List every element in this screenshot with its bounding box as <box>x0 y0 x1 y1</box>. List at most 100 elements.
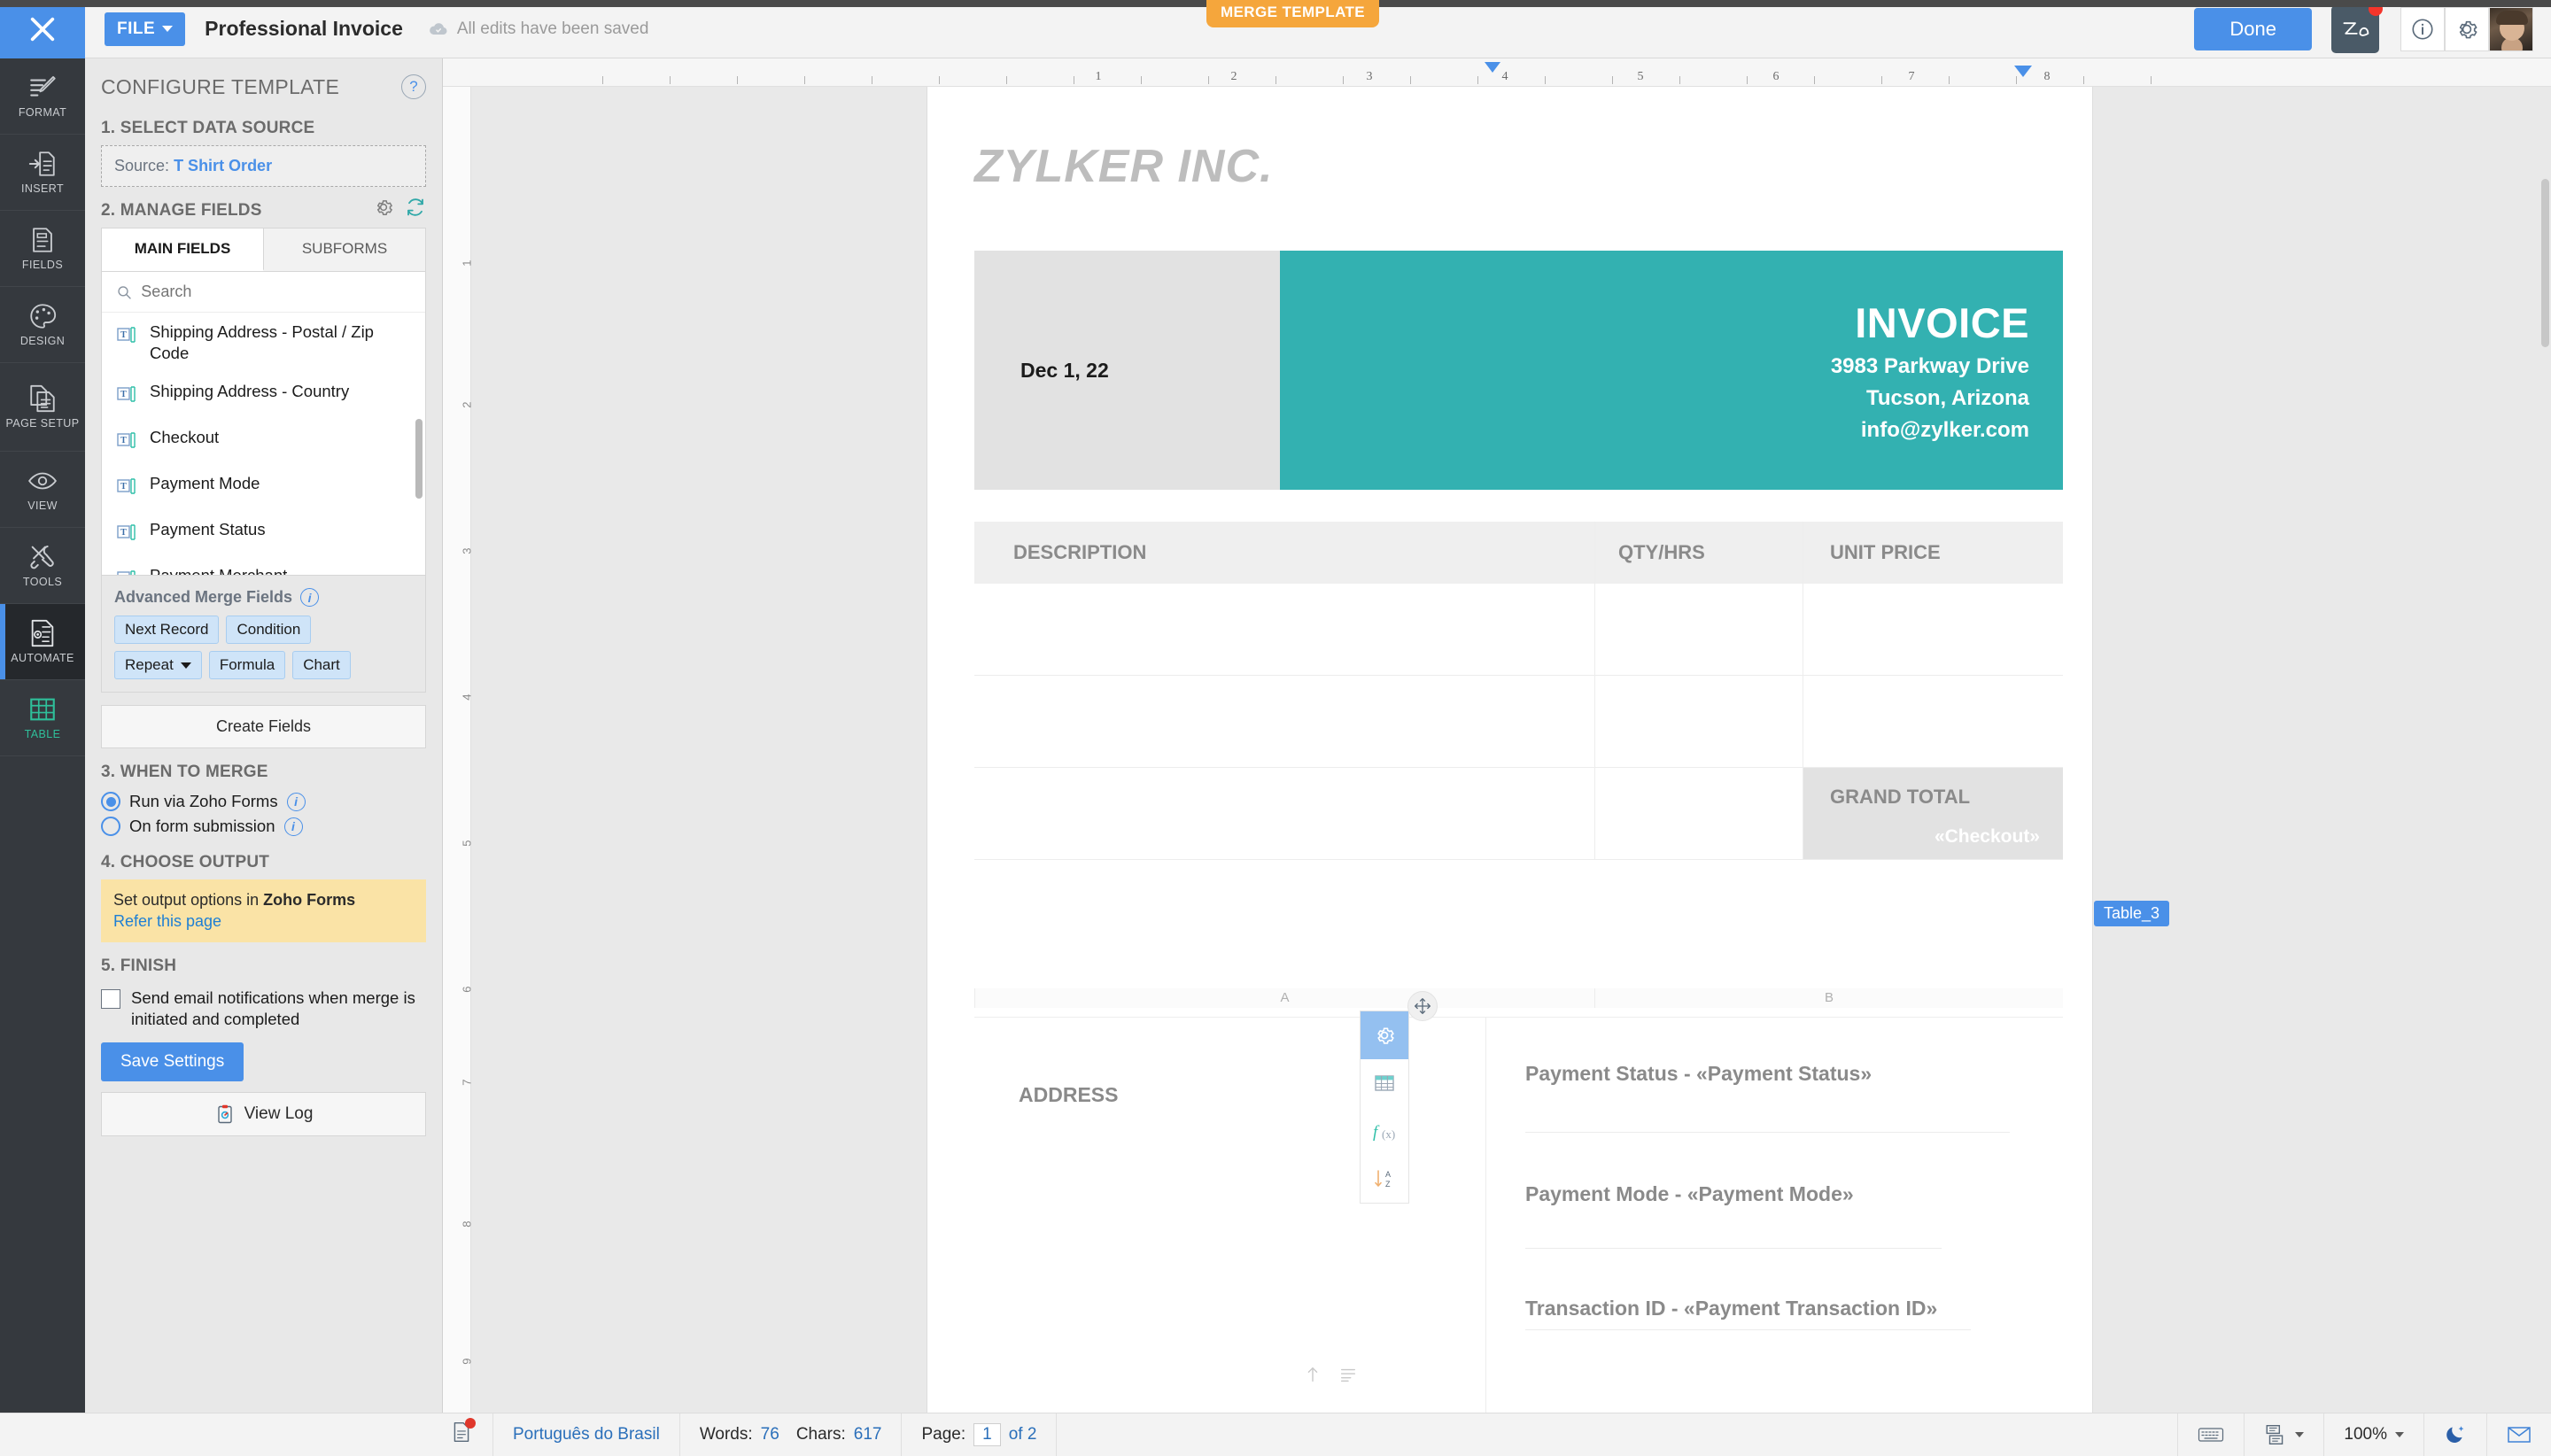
tab-main-fields[interactable]: MAIN FIELDS <box>102 228 264 271</box>
table-row[interactable]: GRAND TOTAL «Checkout» <box>974 768 2063 860</box>
radio-button[interactable] <box>101 792 120 811</box>
table-column-markers[interactable]: A B <box>974 988 2063 1008</box>
column-marker-b[interactable]: B <box>1594 988 2063 1008</box>
email-notification-row[interactable]: Send email notifications when merge is i… <box>85 983 442 1030</box>
list-item[interactable]: T Payment Status <box>102 510 425 556</box>
cell-description[interactable] <box>974 584 1594 676</box>
view-log-button[interactable]: View Log <box>101 1092 426 1137</box>
chip-formula[interactable]: Formula <box>208 651 286 679</box>
gear-icon[interactable] <box>373 197 394 218</box>
info-icon[interactable]: i <box>300 588 320 607</box>
table-move-handle[interactable] <box>1407 991 1438 1021</box>
table-formula-button[interactable]: f (x) <box>1361 1107 1408 1155</box>
language-label[interactable]: Português do Brasil <box>513 1425 660 1444</box>
cell-description[interactable] <box>974 676 1594 768</box>
table-settings-button[interactable] <box>1361 1011 1408 1059</box>
file-menu-button[interactable]: FILE <box>105 12 186 46</box>
chevron-down-icon <box>162 26 174 32</box>
search-input[interactable] <box>141 283 411 301</box>
field-search-row <box>102 272 425 313</box>
list-item[interactable]: T Checkout <box>102 418 425 464</box>
word-count-cell[interactable]: Words: 76 Chars: 617 <box>680 1413 903 1456</box>
list-item[interactable]: T Payment Merchant <box>102 556 425 575</box>
radio-on-form-submission[interactable]: On form submission i <box>85 814 442 839</box>
tab-subforms[interactable]: SUBFORMS <box>264 228 425 271</box>
page-layout-selector[interactable] <box>2244 1413 2323 1456</box>
refer-this-page-link[interactable]: Refer this page <box>113 912 221 931</box>
column-marker-a[interactable]: A <box>974 988 1594 1008</box>
table-row[interactable] <box>974 584 2063 676</box>
sidebar-item-automate[interactable]: AUTOMATE <box>0 604 85 680</box>
chip-chart[interactable]: Chart <box>292 651 351 679</box>
done-button[interactable]: Done <box>2194 7 2312 50</box>
chip-label: Formula <box>219 656 275 673</box>
sidebar-item-view[interactable]: VIEW <box>0 452 85 528</box>
document-vertical-scrollbar[interactable] <box>2541 179 2549 347</box>
field-list-scrollbar[interactable] <box>415 419 423 499</box>
list-item[interactable]: T Payment Mode <box>102 464 425 510</box>
merge-field-list[interactable]: T Shipping Address - Postal / Zip Code T <box>102 313 425 575</box>
document-canvas[interactable]: ZYLKER INC. Dec 1, 22 INVOICE 3983 Parkw… <box>471 87 2551 1413</box>
paragraph-mark-icon[interactable] <box>1336 1362 1361 1387</box>
grand-total-cell[interactable]: GRAND TOTAL «Checkout» <box>1803 768 2063 860</box>
sidebar-item-tools[interactable]: TOOLS <box>0 528 85 604</box>
sidebar-item-format[interactable]: FORMAT <box>0 58 85 135</box>
zoom-selector[interactable]: 100% <box>2323 1413 2423 1456</box>
invoice-line-items-table[interactable]: DESCRIPTION QTY/HRS UNIT PRICE GRAND TOT… <box>974 522 2063 860</box>
table-sort-button[interactable]: A Z <box>1361 1155 1408 1203</box>
cell-qty[interactable] <box>1594 676 1803 768</box>
info-icon[interactable]: i <box>286 792 306 811</box>
chip-condition[interactable]: Condition <box>226 616 312 644</box>
address-cell[interactable]: ADDRESS <box>974 1018 1486 1413</box>
sidebar-item-design[interactable]: DESIGN <box>0 287 85 363</box>
list-item[interactable]: T Shipping Address - Postal / Zip Code <box>102 313 425 372</box>
payment-mode-line: Payment Mode - «Payment Mode» <box>1525 1182 1854 1206</box>
keyboard-shortcuts-button[interactable] <box>2177 1413 2244 1456</box>
page-number-input[interactable]: 1 <box>973 1423 1001 1446</box>
sidebar-item-fields[interactable]: FIELDS <box>0 211 85 287</box>
payment-details-cell[interactable]: Payment Status - «Payment Status» Paymen… <box>1486 1018 2063 1413</box>
close-editor-button[interactable] <box>0 0 85 58</box>
cell-qty[interactable] <box>1594 584 1803 676</box>
document-issue-cell[interactable] <box>0 1413 493 1456</box>
view-log-label: View Log <box>244 1104 314 1124</box>
refresh-icon[interactable] <box>405 197 426 218</box>
document-issue-icon[interactable] <box>450 1418 476 1449</box>
sidebar-item-insert[interactable]: INSERT <box>0 135 85 211</box>
invoice-info-block: INVOICE 3983 Parkway Drive Tucson, Arizo… <box>1280 251 2063 490</box>
insert-row-icon[interactable] <box>1300 1362 1325 1387</box>
radio-run-via-zoho-forms[interactable]: Run via Zoho Forms i <box>85 789 442 814</box>
avatar[interactable] <box>2489 6 2533 51</box>
create-fields-button[interactable]: Create Fields <box>101 705 426 748</box>
step-3-heading: 3. WHEN TO MERGE <box>101 763 268 781</box>
table-name-tag[interactable]: Table_3 <box>2094 901 2170 926</box>
document-page[interactable]: ZYLKER INC. Dec 1, 22 INVOICE 3983 Parkw… <box>927 87 2092 1413</box>
invoice-footer-table[interactable]: ADDRESS Payment Status - «Payment Status… <box>974 1017 2063 1413</box>
sidebar-item-page-setup[interactable]: PAGE SETUP <box>0 363 85 452</box>
zia-assistant-button[interactable] <box>2331 1 2383 53</box>
cell-description[interactable] <box>974 768 1594 860</box>
sidebar-item-table[interactable]: TABLE <box>0 680 85 756</box>
info-button[interactable] <box>2400 6 2445 51</box>
column-header-unit-price: UNIT PRICE <box>1803 522 2063 584</box>
page-indicator-cell[interactable]: Page: 1 of 2 <box>902 1413 1058 1456</box>
language-cell[interactable]: Português do Brasil <box>493 1413 680 1456</box>
radio-button[interactable] <box>101 817 120 836</box>
settings-button[interactable] <box>2445 6 2489 51</box>
table-row[interactable] <box>974 676 2063 768</box>
list-item[interactable]: T Shipping Address - Country <box>102 372 425 418</box>
table-properties-button[interactable] <box>1361 1059 1408 1107</box>
dark-mode-toggle[interactable] <box>2423 1413 2486 1456</box>
chip-repeat[interactable]: Repeat <box>114 651 202 679</box>
info-icon[interactable]: i <box>283 817 303 836</box>
email-notification-checkbox[interactable] <box>101 989 120 1009</box>
source-value-link[interactable]: T Shirt Order <box>174 157 272 174</box>
cell-qty[interactable] <box>1594 768 1803 860</box>
data-source-box[interactable]: Source: T Shirt Order <box>101 145 426 187</box>
send-mail-button[interactable] <box>2486 1413 2551 1456</box>
cell-unit-price[interactable] <box>1803 584 2063 676</box>
save-settings-button[interactable]: Save Settings <box>101 1042 244 1082</box>
help-icon[interactable]: ? <box>401 74 426 99</box>
cell-unit-price[interactable] <box>1803 676 2063 768</box>
chip-next-record[interactable]: Next Record <box>114 616 220 644</box>
